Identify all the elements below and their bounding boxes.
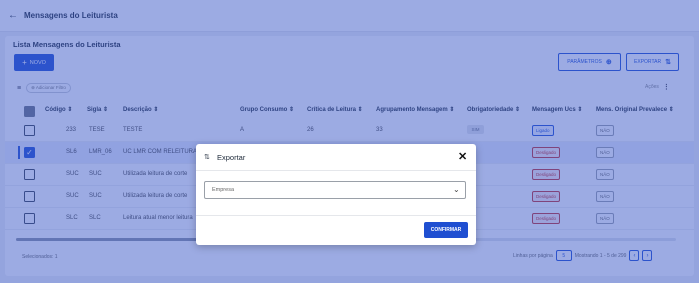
dialog-title: Exportar — [217, 153, 246, 162]
close-icon[interactable]: ✕ — [458, 150, 467, 163]
chevron-down-icon: ⌄ — [453, 185, 460, 194]
dialog-divider — [196, 215, 476, 216]
dialog-header: ⇅ Exportar ✕ — [196, 144, 476, 171]
export-dialog: ⇅ Exportar ✕ Empresa ⌄ CONFIRMAR — [196, 144, 476, 245]
empresa-select[interactable]: Empresa ⌄ — [204, 181, 466, 199]
sort-arrows-icon: ⇅ — [204, 154, 210, 161]
empresa-select-placeholder: Empresa — [212, 187, 235, 193]
confirm-button[interactable]: CONFIRMAR — [424, 222, 468, 238]
